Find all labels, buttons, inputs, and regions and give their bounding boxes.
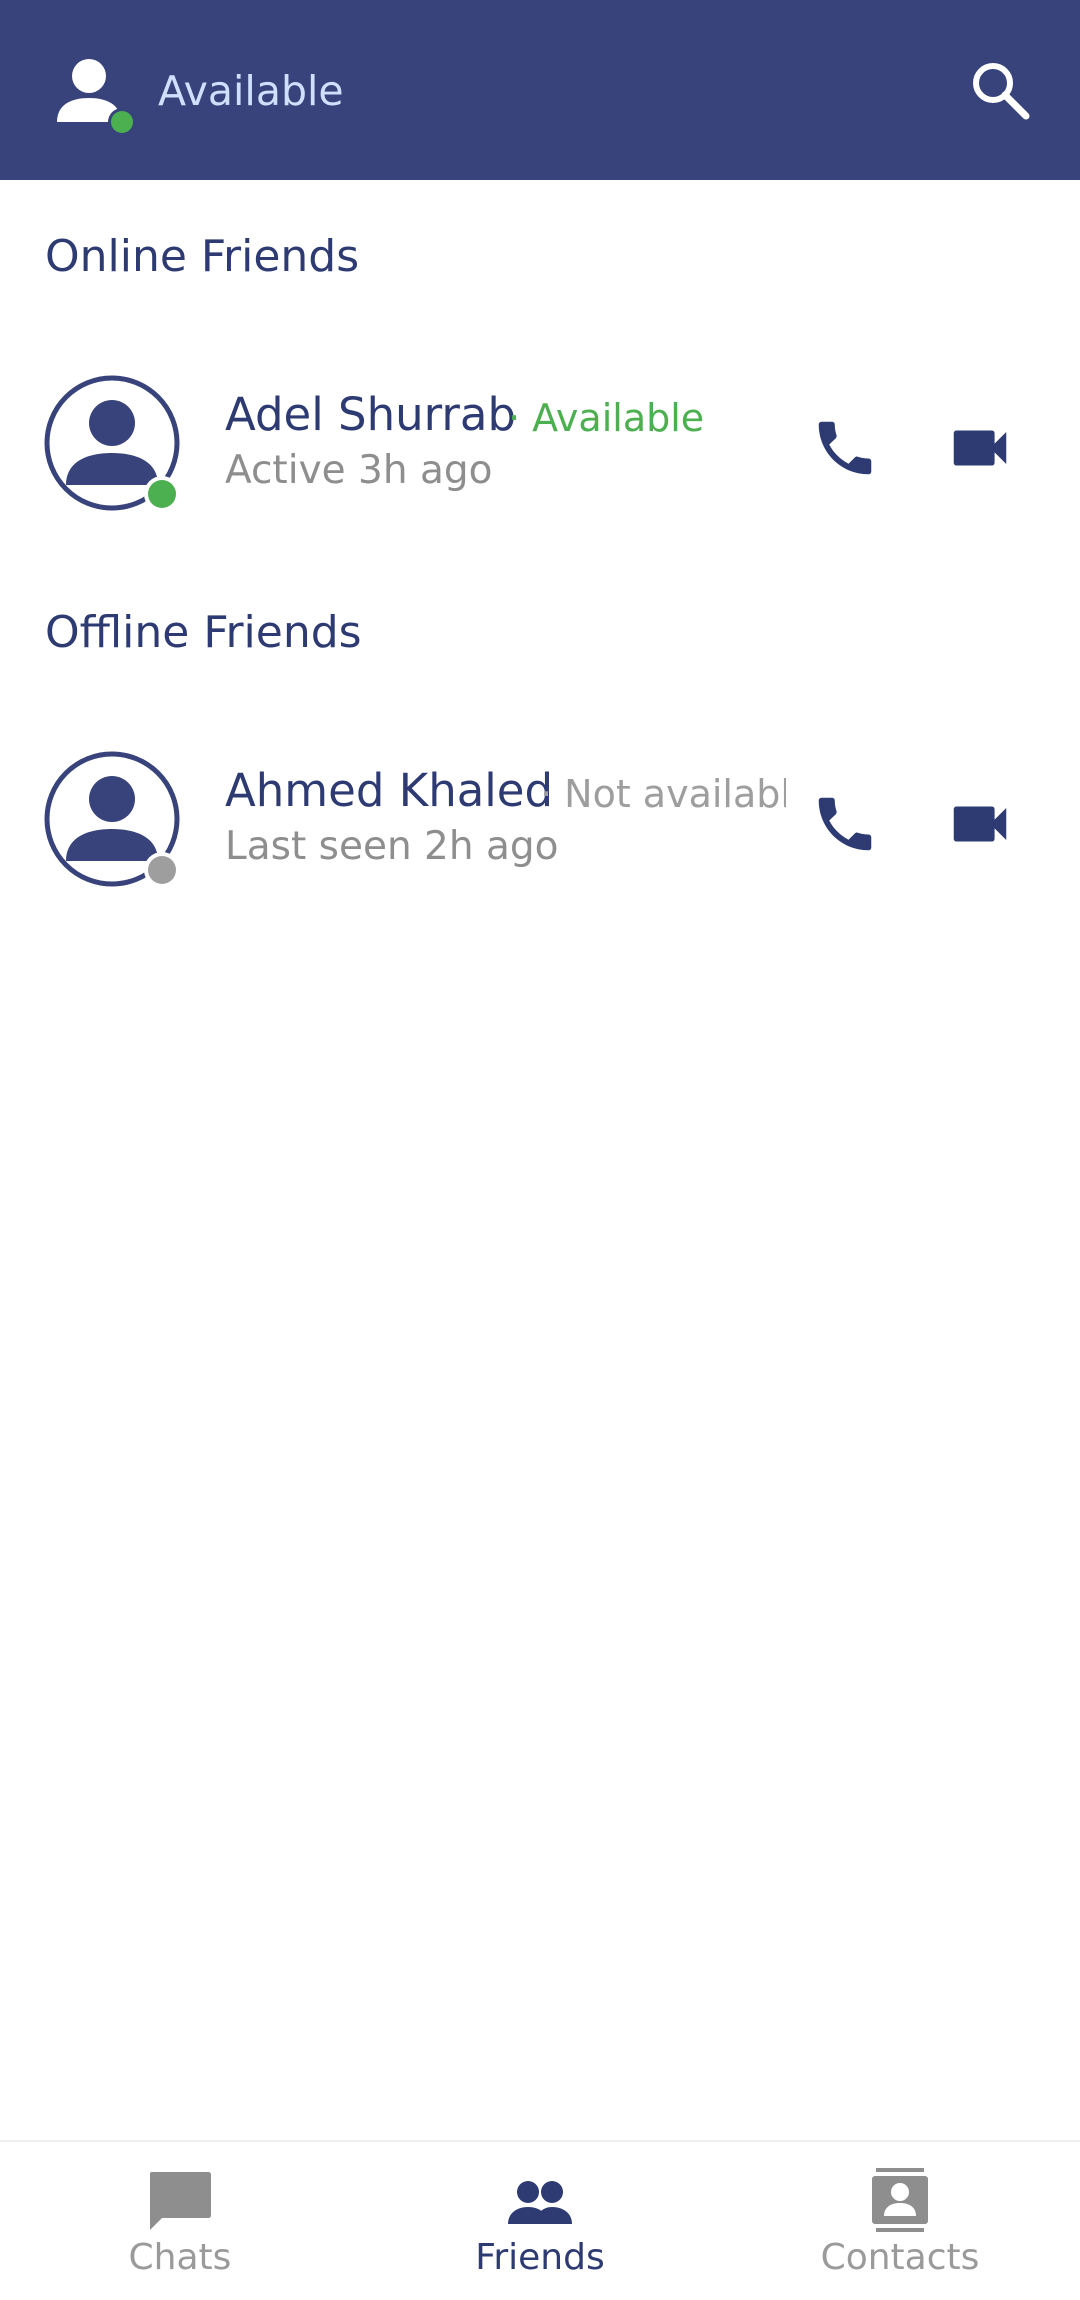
online-status-dot [148,480,176,508]
nav-label: Chats [128,2237,232,2278]
friend-last-seen: Active 3h ago [225,448,493,493]
voice-call-button[interactable] [810,413,880,483]
friend-row-offline[interactable]: Ahmed Khaled · Not available Last seen 2… [0,751,1080,921]
my-status-dot [111,111,133,133]
friend-name: Ahmed Khaled [225,764,554,817]
friend-row-online[interactable]: Adel Shurrab · Available Active 3h ago [0,375,1080,545]
friend-avatar[interactable] [44,375,184,515]
phone-icon [818,797,872,851]
nav-item-chats[interactable]: Chats [0,2142,360,2300]
contacts-icon [872,2168,928,2232]
nav-item-friends[interactable]: Friends [360,2142,720,2300]
video-call-button[interactable] [945,789,1015,859]
offline-friends-title: Offline Friends [45,607,362,658]
nav-label: Friends [475,2237,605,2278]
video-call-button[interactable] [945,413,1015,483]
nav-item-contacts[interactable]: Contacts [720,2142,1080,2300]
voice-call-button[interactable] [810,789,880,859]
my-status-label[interactable]: Available [158,66,344,116]
search-icon [973,63,1030,120]
search-button[interactable] [968,58,1034,124]
friend-availability: · Not available [540,772,786,816]
person-icon [44,375,180,512]
chat-icon [150,2172,211,2230]
video-camera-icon [953,430,1007,466]
person-icon [44,751,180,888]
offline-status-dot [148,856,176,884]
my-avatar[interactable] [52,52,142,142]
friend-availability: · Available [508,396,705,440]
person-icon [57,59,136,136]
app-header: Available [0,0,1080,180]
friend-name: Adel Shurrab [225,388,517,441]
bottom-navigation: Chats Friends Contacts [0,2140,1080,2300]
friends-icon [508,2181,572,2224]
phone-icon [818,421,872,475]
online-friends-title: Online Friends [45,231,360,282]
friend-avatar[interactable] [44,751,184,891]
video-camera-icon [953,806,1007,842]
friends-screen: Available Online Friends Adel Shurrab · … [0,0,1080,2300]
friend-last-seen: Last seen 2h ago [225,824,559,869]
nav-label: Contacts [820,2237,980,2278]
